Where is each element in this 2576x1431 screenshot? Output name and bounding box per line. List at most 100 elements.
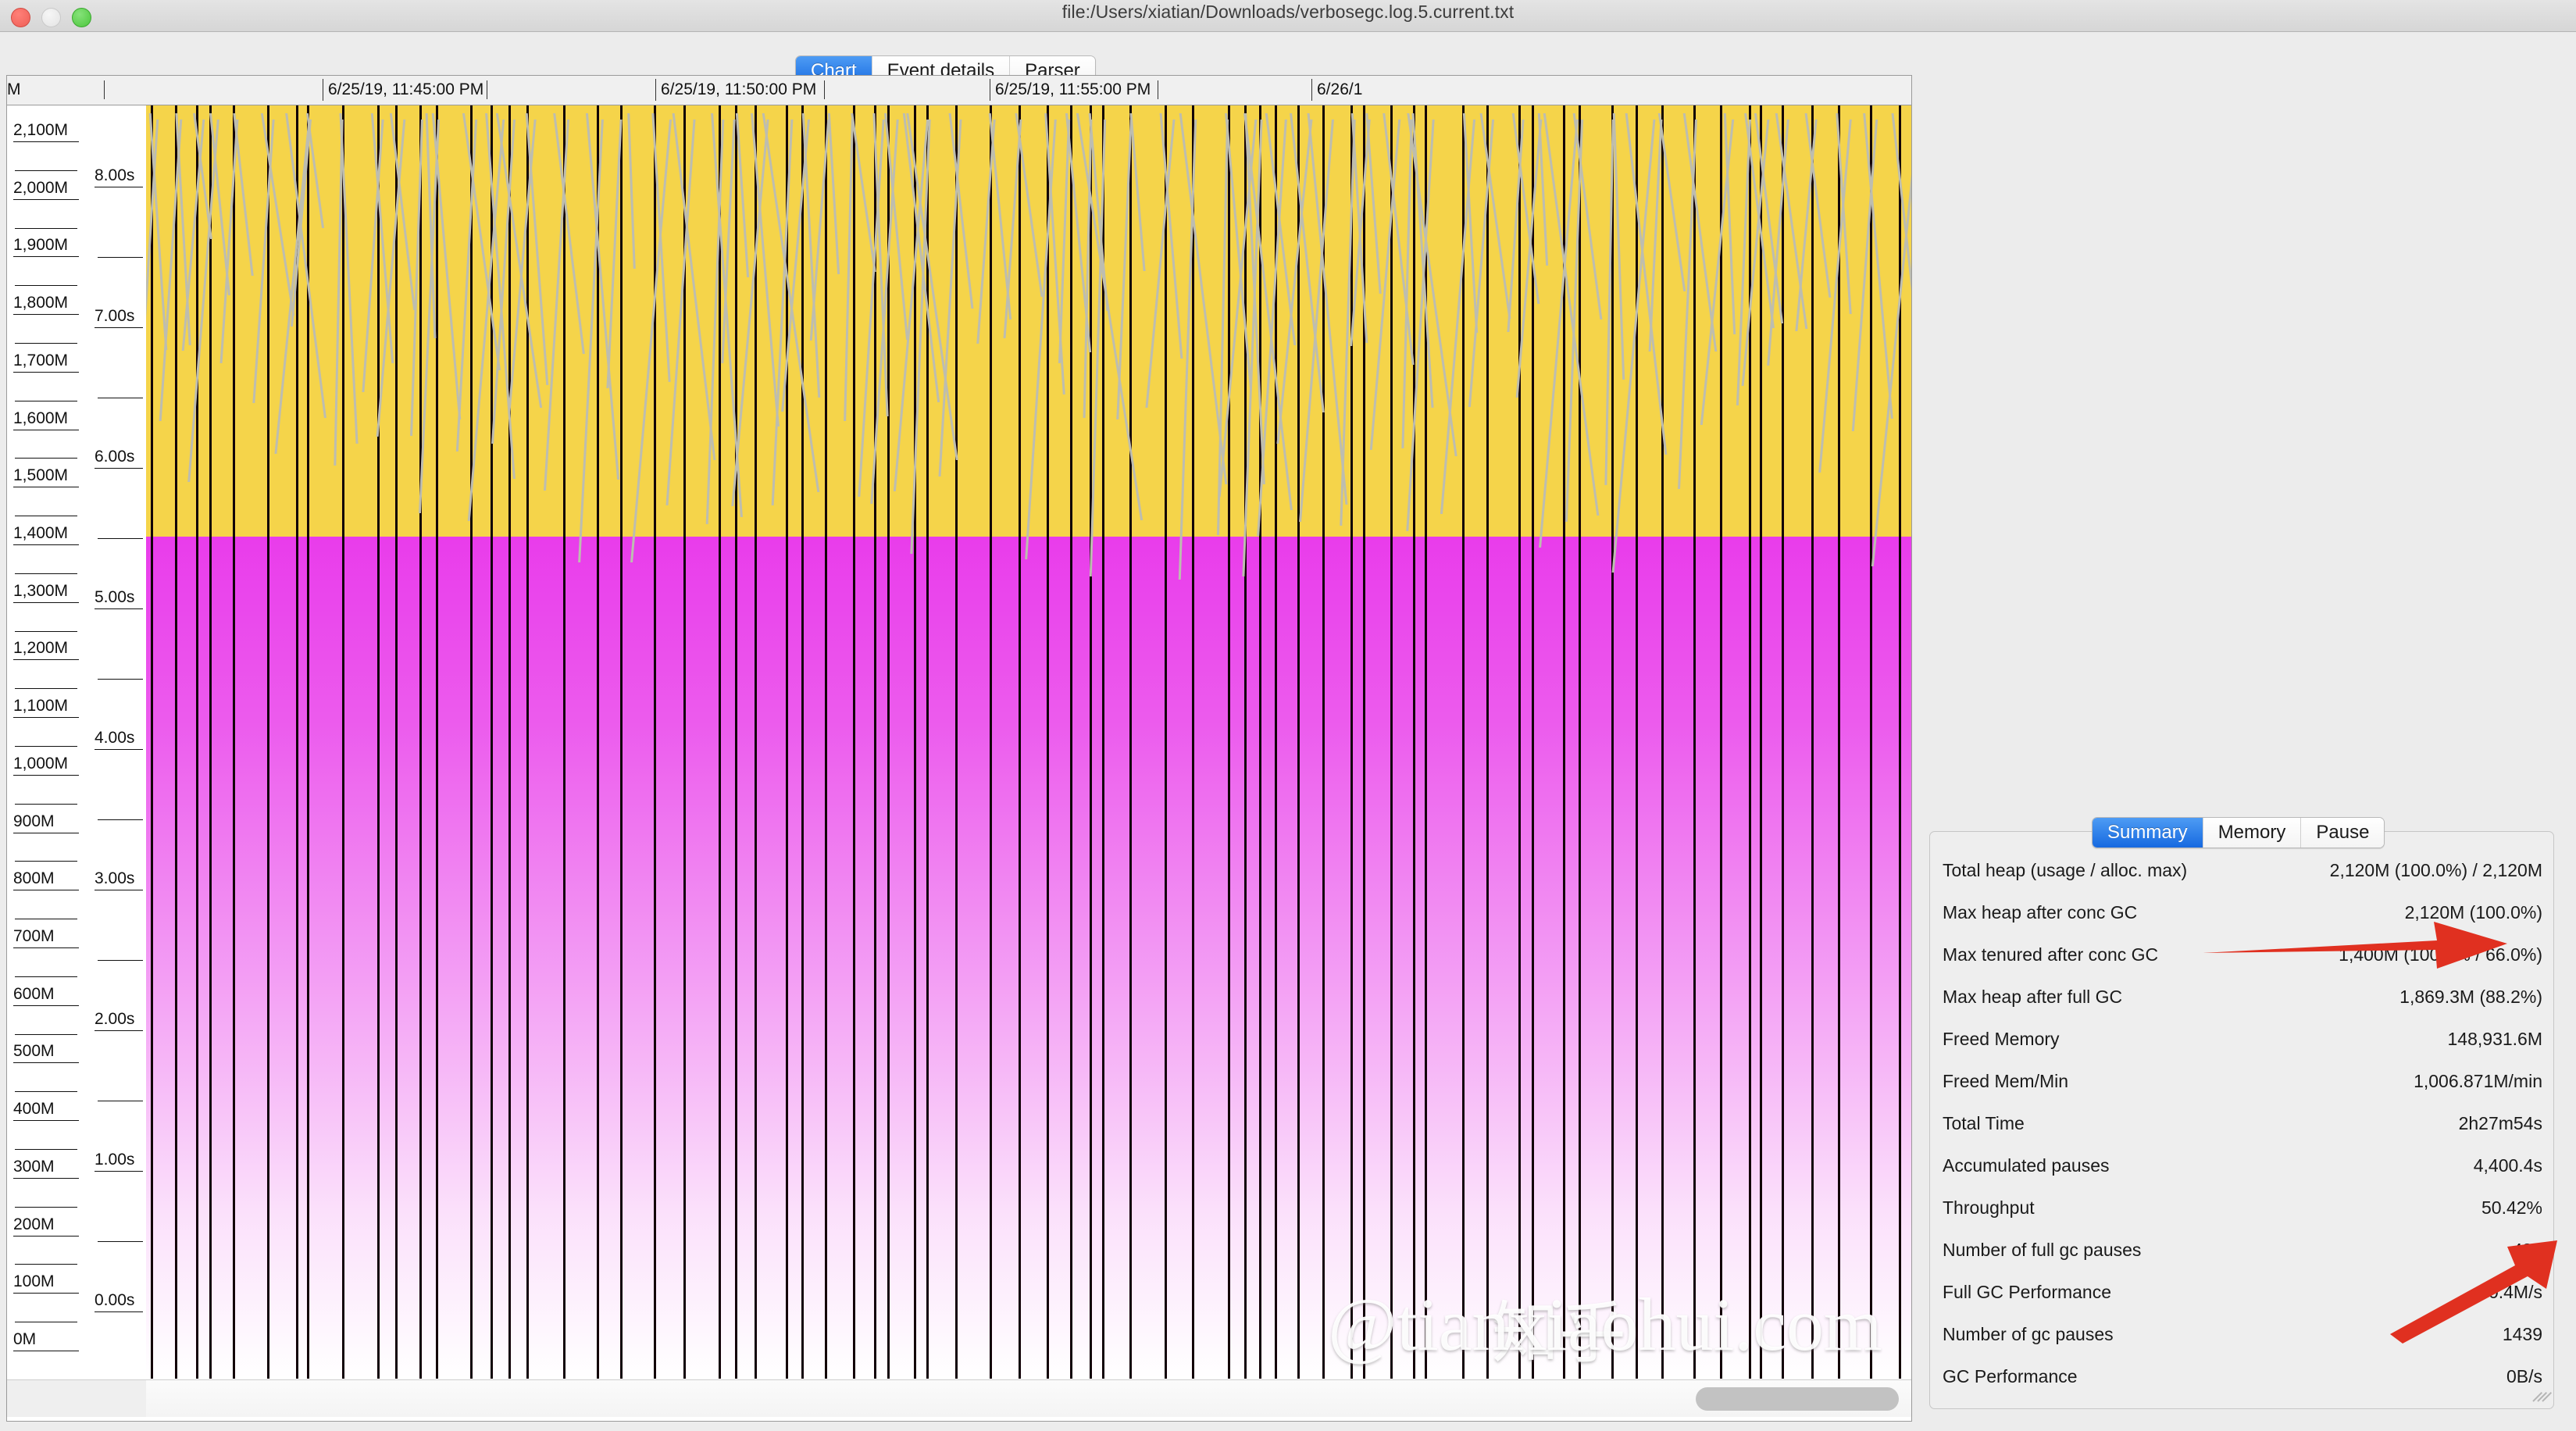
gc-pause-line <box>526 105 529 1379</box>
gc-pause-line <box>508 105 511 1379</box>
tab-summary[interactable]: Summary <box>2093 818 2203 848</box>
summary-row: Max tenured after conc GC 1,400M (100.0% … <box>1943 933 2542 976</box>
y-axis-pause-minor-tick <box>98 538 143 539</box>
x-axis-label-0: M <box>7 80 21 98</box>
y-axis-memory-tick-label: 1,500M <box>13 466 69 485</box>
y-axis-memory-minor-tick <box>15 458 77 459</box>
y-axis-memory-tick <box>13 1120 79 1122</box>
y-axis-memory-minor-tick <box>15 861 77 862</box>
gc-pause-line <box>1462 105 1465 1379</box>
x-axis-label-1: 6/25/19, 11:45:00 PM <box>323 79 483 101</box>
series-total-heap-band <box>146 105 1911 537</box>
gc-pause-line <box>955 105 958 1379</box>
gc-pause-line <box>1579 105 1581 1379</box>
summary-row-key: Number of gc pauses <box>1943 1323 2114 1344</box>
gc-pause-line <box>151 105 153 1379</box>
window-titlebar: file:/Users/xiatian/Downloads/verbosegc.… <box>0 0 2576 32</box>
y-axis-memory-minor-tick <box>15 1033 77 1035</box>
summary-row-key: Total Time <box>1943 1112 2025 1133</box>
summary-row-value: 2,120M (100.0%) / 2,120M <box>2329 859 2542 880</box>
y-axis-memory-minor-tick <box>15 1264 77 1265</box>
y-axis-pause-tick-label: 7.00s <box>95 307 135 325</box>
summary-row-key: Max heap after full GC <box>1943 986 2123 1007</box>
summary-row-value: 1,400M (100.0% / 66.0%) <box>2339 944 2542 965</box>
y-axis-memory-tick <box>13 141 79 142</box>
y-axis-memory-minor-tick <box>15 285 77 287</box>
y-axis-pause-tick-label: 8.00s <box>95 166 135 184</box>
gc-pause-line <box>1019 105 1021 1379</box>
gc-pause-line <box>719 105 721 1379</box>
gc-pause-line <box>1720 105 1722 1379</box>
gc-pause-line <box>1090 105 1092 1379</box>
y-axis-memory-tick-label: 100M <box>13 1272 55 1291</box>
gc-pause-line <box>801 105 804 1379</box>
y-axis-memory-tick-label: 0M <box>13 1330 37 1348</box>
gc-pause-line <box>1244 105 1247 1379</box>
summary-row: Max heap after full GC 1,869.3M (88.2%) <box>1943 976 2542 1018</box>
y-axis-memory-tick-label: 600M <box>13 984 55 1003</box>
summary-row: GC Performance 0B/s <box>1943 1355 2542 1397</box>
gc-pause-line <box>1563 105 1565 1379</box>
y-axis-pause-minor-tick <box>98 960 143 961</box>
y-axis-memory-tick-label: 1,800M <box>13 294 69 312</box>
y-axis-memory-tick <box>13 1235 79 1237</box>
summary-row: Max heap after conc GC 2,120M (100.0%) <box>1943 891 2542 933</box>
y-axis-memory: 2,100M 2,000M 1,900M 1,800M 1,700M 1,600M 1,50… <box>7 105 91 1379</box>
chart-canvas[interactable] <box>146 105 1911 1379</box>
y-axis-pause-tick-label: 6.00s <box>95 448 135 466</box>
y-axis-memory-minor-tick <box>15 746 77 747</box>
y-axis-memory-minor-tick <box>15 976 77 977</box>
y-axis-pause-tick-label: 0.00s <box>95 1291 135 1309</box>
gc-pause-line <box>395 105 398 1379</box>
summary-row-value: 1,006.871M/min <box>2414 1070 2542 1091</box>
y-axis-pause-tick <box>95 468 143 469</box>
gc-pause-line <box>296 105 298 1379</box>
y-axis-memory-tick <box>13 371 79 373</box>
y-axis-memory-minor-tick <box>15 1149 77 1150</box>
tab-pause[interactable]: Pause <box>2301 818 2385 848</box>
summary-row-key: Freed Memory <box>1943 1028 2060 1049</box>
y-axis-memory-minor-tick <box>15 170 77 171</box>
y-axis-memory-minor-tick <box>15 630 77 632</box>
y-axis-pause-minor-tick <box>98 819 143 820</box>
gc-pause-line <box>436 105 438 1379</box>
y-axis-memory-tick-label: 2,000M <box>13 178 69 197</box>
y-axis-memory-tick-label: 1,100M <box>13 697 69 716</box>
scrollbar-thumb[interactable] <box>1696 1387 1899 1411</box>
summary-row-key: Total heap (usage / alloc. max) <box>1943 859 2188 880</box>
y-axis-memory-tick-label: 1,700M <box>13 351 69 369</box>
x-axis-label-2: 6/25/19, 11:50:00 PM <box>655 79 816 101</box>
y-axis-memory-tick <box>13 256 79 258</box>
gc-pause-line <box>1165 105 1167 1379</box>
gc-pause-line <box>1413 105 1415 1379</box>
gc-pause-line <box>914 105 916 1379</box>
gc-pause-line <box>342 105 344 1379</box>
gc-pause-line <box>1390 105 1393 1379</box>
summary-row-key: Full GC Performance <box>1943 1281 2112 1302</box>
y-axis-memory-tick <box>13 601 79 603</box>
summary-row: Number of full gc pauses 487 <box>1943 1229 2542 1271</box>
y-axis-pause-tick <box>95 1030 143 1031</box>
y-axis-pause: 8.00s 7.00s 6.00s 5.00s 4.00s 3.00s 2.00s 1.00s… <box>91 105 146 1379</box>
y-axis-memory-tick <box>13 659 79 661</box>
y-axis-pause-minor-tick <box>98 257 143 258</box>
summary-row-key: Throughput <box>1943 1197 2035 1218</box>
y-axis-pause-tick-label: 4.00s <box>95 729 135 747</box>
y-axis-memory-minor-tick <box>15 803 77 805</box>
tab-memory[interactable]: Memory <box>2203 818 2302 848</box>
chart-horizontal-scrollbar[interactable] <box>146 1379 1911 1417</box>
summary-row-key: Max heap after conc GC <box>1943 901 2138 922</box>
gc-pause-line <box>597 105 599 1379</box>
gc-pause-line <box>1532 105 1534 1379</box>
window-title: file:/Users/xiatian/Downloads/verbosegc.… <box>1061 2 1515 22</box>
y-axis-memory-tick-label: 300M <box>13 1157 55 1176</box>
summary-side-panel: Summary Memory Pause Total heap (usage /… <box>1918 75 2570 1422</box>
gc-pause-line <box>735 105 737 1379</box>
gc-pause-line <box>1811 105 1814 1379</box>
x-axis-label-3: 6/25/19, 11:55:00 PM <box>990 79 1151 101</box>
summary-row: Freed Mem/Min 1,006.871M/min <box>1943 1060 2542 1102</box>
side-tab-group: Summary Memory Pause <box>2092 817 2385 848</box>
summary-row: Freed Memory 148,931.6M <box>1943 1018 2542 1060</box>
y-axis-pause-tick-label: 5.00s <box>95 588 135 606</box>
y-axis-memory-minor-tick <box>15 1206 77 1208</box>
